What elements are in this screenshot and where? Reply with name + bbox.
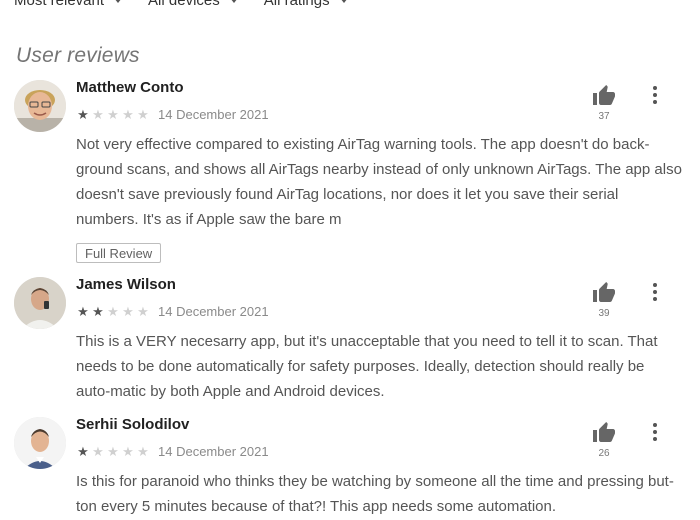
like-count: 37 xyxy=(598,111,610,122)
more-options-button[interactable] xyxy=(646,84,664,106)
star-rating: ★ ★ ★ ★ ★ xyxy=(76,445,150,458)
star-filled-icon: ★ xyxy=(77,107,89,122)
star-empty-icon: ★ xyxy=(107,107,119,122)
review-rating-row: ★ ★ ★ ★ ★ 14 December 2021 xyxy=(76,107,269,122)
star-filled-icon: ★ xyxy=(77,444,89,459)
star-empty-icon: ★ xyxy=(137,304,149,319)
rating-filter-label: All ratings xyxy=(263,0,330,9)
review-text: Is this for paranoid who thinks they be … xyxy=(76,473,674,515)
star-empty-icon: ★ xyxy=(92,107,104,122)
star-filled-icon: ★ xyxy=(92,304,104,319)
review-date: 14 December 2021 xyxy=(158,444,269,459)
like-count: 26 xyxy=(598,448,610,459)
review-author: James Wilson xyxy=(76,276,176,293)
chevron-down-icon xyxy=(114,0,123,3)
review-rating-row: ★ ★ ★ ★ ★ 14 December 2021 xyxy=(76,304,269,319)
star-empty-icon: ★ xyxy=(92,444,104,459)
review-author: Matthew Conto xyxy=(76,79,184,96)
star-empty-icon: ★ xyxy=(107,304,119,319)
star-rating: ★ ★ ★ ★ ★ xyxy=(76,305,150,318)
star-empty-icon: ★ xyxy=(107,444,119,459)
star-empty-icon: ★ xyxy=(122,444,134,459)
like-count: 39 xyxy=(598,308,610,319)
more-options-button[interactable] xyxy=(646,281,664,303)
review-text: This is a VERY necesarry app, but it's u… xyxy=(76,333,658,400)
device-filter-label: All devices xyxy=(148,0,220,9)
star-empty-icon: ★ xyxy=(122,107,134,122)
sort-filter[interactable]: Most relevant xyxy=(14,0,123,9)
star-filled-icon: ★ xyxy=(77,304,89,319)
star-empty-icon: ★ xyxy=(137,107,149,122)
thumbs-up-icon xyxy=(593,85,615,105)
review-author: Serhii Solodilov xyxy=(76,416,190,433)
more-options-button[interactable] xyxy=(646,421,664,443)
review-rating-row: ★ ★ ★ ★ ★ 14 December 2021 xyxy=(76,444,269,459)
full-review-button[interactable]: Full Review xyxy=(76,243,162,263)
filter-bar: Most relevant All devices All ratings xyxy=(14,0,348,12)
avatar xyxy=(14,277,66,329)
chevron-down-icon xyxy=(339,0,348,3)
like-button[interactable]: 37 xyxy=(589,84,619,122)
star-empty-icon: ★ xyxy=(122,304,134,319)
star-empty-icon: ★ xyxy=(137,444,149,459)
like-button[interactable]: 39 xyxy=(589,281,619,319)
rating-filter[interactable]: All ratings xyxy=(264,0,348,9)
chevron-down-icon xyxy=(229,0,238,3)
star-rating: ★ ★ ★ ★ ★ xyxy=(76,108,150,121)
review-date: 14 December 2021 xyxy=(158,107,269,122)
avatar xyxy=(14,417,66,469)
thumbs-up-icon xyxy=(593,282,615,302)
reviews-page: Most relevant All devices All ratings Us… xyxy=(0,0,700,520)
review-date: 14 December 2021 xyxy=(158,304,269,319)
review-text: Not very effective compared to existing … xyxy=(76,136,682,228)
thumbs-up-icon xyxy=(593,422,615,442)
sort-filter-label: Most relevant xyxy=(14,0,105,9)
section-title: User reviews xyxy=(16,44,140,67)
avatar xyxy=(14,80,66,132)
device-filter[interactable]: All devices xyxy=(148,0,238,9)
like-button[interactable]: 26 xyxy=(589,421,619,459)
